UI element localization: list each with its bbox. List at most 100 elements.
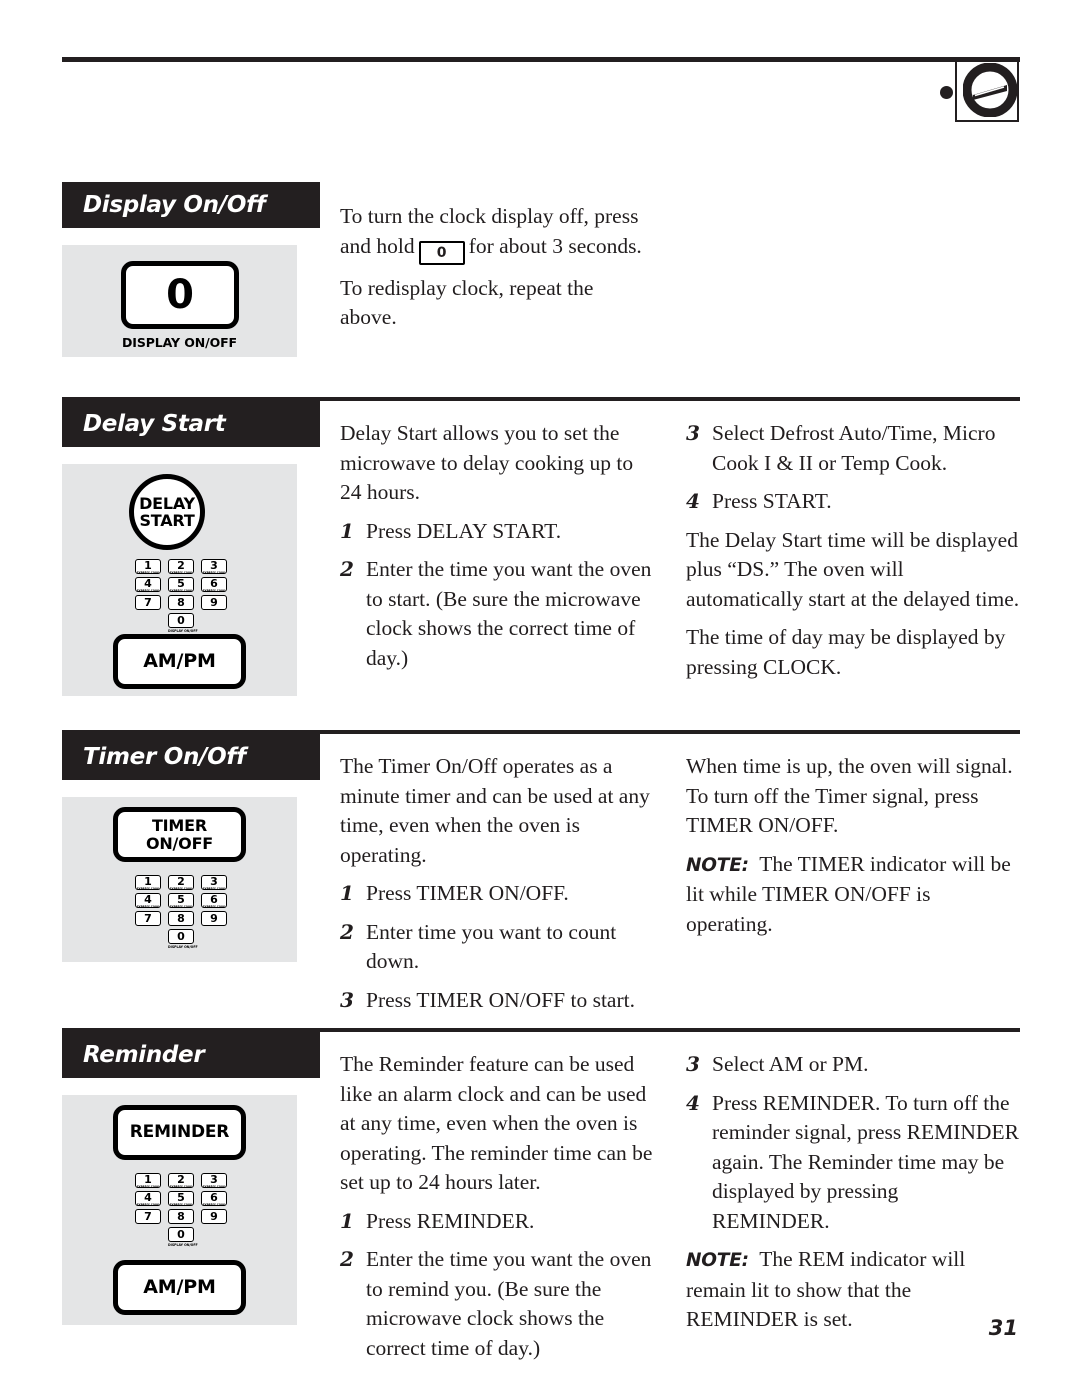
paragraph-text-b: for about 3 seconds. — [468, 233, 642, 258]
keypad-key-6[interactable]: 6 EXPRESS COOK — [201, 1191, 227, 1206]
key-sublabel: EXPRESS COOK — [136, 571, 160, 574]
step-number: 1 — [340, 518, 354, 543]
display-on-off-button-label: 0 — [166, 272, 194, 318]
step-item: 1 Press TIMER ON/OFF. — [340, 879, 660, 909]
keypad-key-4[interactable]: 4 EXPRESS COOK — [135, 577, 161, 592]
timer-on-off-button[interactable]: TIMER ON/OFF — [113, 807, 246, 862]
keypad-key-7[interactable]: 7 — [135, 911, 161, 926]
step-text: Press DELAY START. — [366, 518, 562, 543]
keypad-key-8[interactable]: 8 — [168, 1209, 194, 1224]
key-sublabel: EXPRESS COOK — [136, 1185, 160, 1188]
key-number: 6 — [210, 893, 218, 906]
keypad-key-5[interactable]: 5 EXPRESS COOK — [168, 893, 194, 908]
reminder-button[interactable]: REMINDER — [113, 1105, 246, 1160]
keypad-key-1[interactable]: 1 EXPRESS COOK — [135, 875, 161, 890]
keypad-key-0-sublabel: DISPLAY ON/OFF — [168, 629, 198, 633]
key-number: 4 — [144, 577, 152, 590]
key-number: 1 — [144, 875, 152, 888]
key-sublabel: EXPRESS COOK — [136, 589, 160, 592]
key-number: 5 — [177, 577, 185, 590]
keypad-key-8[interactable]: 8 — [168, 911, 194, 926]
keypad-key-4[interactable]: 4 EXPRESS COOK — [135, 893, 161, 908]
step-text: Press REMINDER. — [366, 1208, 535, 1233]
step-number: 3 — [686, 1052, 700, 1076]
key-sublabel: EXPRESS COOK — [202, 1185, 226, 1188]
section-header-reminder: Reminder — [62, 1032, 320, 1078]
keypad-key-3[interactable]: 3 EXPRESS COOK — [201, 1173, 227, 1188]
display-on-off-button[interactable]: 0 — [121, 261, 239, 329]
key-sublabel: EXPRESS COOK — [202, 905, 226, 908]
key-number: 7 — [144, 595, 152, 609]
ampm-button[interactable]: AM/PM — [113, 1260, 246, 1315]
delay-start-button-line1: DELAY — [139, 493, 195, 513]
key-sublabel: EXPRESS COOK — [169, 1203, 193, 1206]
corner-dot-icon — [940, 86, 953, 99]
control-art-timer-on-off: TIMER ON/OFF 1 EXPRESS COOK 2 EXPRESS COOK… — [62, 797, 297, 962]
keypad-key-0[interactable]: 0 — [168, 1227, 194, 1242]
step-number: 3 — [340, 987, 354, 1012]
section-header-timer-on-off: Timer On/Off — [62, 734, 320, 780]
step-number: 2 — [340, 919, 354, 944]
keypad-key-2[interactable]: 2 EXPRESS COOK — [168, 559, 194, 574]
keypad-key-1[interactable]: 1 EXPRESS COOK — [135, 1173, 161, 1188]
ampm-button-label: AM/PM — [143, 1276, 216, 1299]
text-column-1-delay-start: Delay Start allows you to set the microw… — [340, 419, 660, 682]
step-text: Enter time you want to count down. — [366, 919, 617, 974]
key-number: 3 — [210, 559, 218, 572]
inline-key-zero[interactable]: 0 — [418, 240, 465, 265]
delay-start-button-line2: START — [139, 511, 195, 530]
keypad-key-7[interactable]: 7 — [135, 595, 161, 610]
step-number: 1 — [340, 881, 354, 905]
section-title: Display On/Off — [83, 192, 266, 218]
key-number: 8 — [177, 911, 185, 925]
key-number: 6 — [210, 577, 218, 590]
key-number: 1 — [144, 1173, 152, 1186]
key-sublabel: EXPRESS COOK — [136, 1203, 160, 1206]
delay-start-button[interactable]: DELAY START — [129, 474, 205, 550]
keypad-key-5[interactable]: 5 EXPRESS COOK — [168, 577, 194, 592]
keypad-key-2[interactable]: 2 EXPRESS COOK — [168, 1173, 194, 1188]
keypad-key-0-sublabel: DISPLAY ON/OFF — [168, 1243, 198, 1247]
keypad-key-0[interactable]: 0 — [168, 613, 194, 628]
step-item: 3 Select AM or PM. — [686, 1050, 1020, 1080]
section-header-display-on-off: Display On/Off — [62, 182, 320, 228]
keypad-key-3[interactable]: 3 EXPRESS COOK — [201, 559, 227, 574]
key-number: 4 — [144, 1191, 152, 1204]
keypad-key-5[interactable]: 5 EXPRESS COOK — [168, 1191, 194, 1206]
keypad-key-6[interactable]: 6 EXPRESS COOK — [201, 577, 227, 592]
ampm-button[interactable]: AM/PM — [113, 634, 246, 689]
key-sublabel: EXPRESS COOK — [169, 589, 193, 592]
keypad-key-3[interactable]: 3 EXPRESS COOK — [201, 875, 227, 890]
key-number: 7 — [144, 911, 152, 925]
manual-page: Display On/Off 0 DISPLAY ON/OFF To turn … — [0, 0, 1080, 1397]
key-sublabel: EXPRESS COOK — [202, 571, 226, 574]
step-item: 4 Press REMINDER. To turn off the reminde… — [686, 1089, 1020, 1237]
step-text: Press REMINDER. To turn off the reminder… — [712, 1090, 1019, 1233]
keypad-reminder: 1 EXPRESS COOK 2 EXPRESS COOK 3 EXPRESS COO… — [135, 1173, 230, 1247]
keypad-key-7[interactable]: 7 — [135, 1209, 161, 1224]
key-sublabel: EXPRESS COOK — [136, 905, 160, 908]
key-number: 8 — [177, 595, 185, 609]
keypad-key-0[interactable]: 0 — [168, 929, 194, 944]
keypad-key-6[interactable]: 6 EXPRESS COOK — [201, 893, 227, 908]
step-text: Press START. — [712, 489, 832, 513]
key-number: 0 — [177, 929, 185, 943]
paragraph: The time of day may be displayed by pres… — [686, 625, 1006, 679]
step-item: 2 Enter the time you want the oven to rem… — [340, 1245, 660, 1363]
keypad-key-9[interactable]: 9 — [201, 911, 227, 926]
key-number: 3 — [210, 875, 218, 888]
keypad-key-4[interactable]: 4 EXPRESS COOK — [135, 1191, 161, 1206]
key-number: 9 — [210, 595, 218, 609]
keypad-key-9[interactable]: 9 — [201, 595, 227, 610]
keypad-key-1[interactable]: 1 EXPRESS COOK — [135, 559, 161, 574]
keypad-key-8[interactable]: 8 — [168, 595, 194, 610]
paragraph: To redisplay clock, repeat the above. — [340, 275, 594, 330]
keypad-key-2[interactable]: 2 EXPRESS COOK — [168, 875, 194, 890]
key-number: 0 — [177, 613, 185, 627]
paragraph: The Reminder feature can be used like an… — [340, 1052, 653, 1194]
paragraph: When time is up, the oven will signal. T… — [686, 754, 1013, 837]
control-art-delay-start: DELAY START 1 EXPRESS COOK 2 EXPRESS COOK … — [62, 464, 297, 696]
step-item: 3 Select Defrost Auto/Time, Micro Cook I … — [686, 419, 1020, 478]
text-column-1-display-on-off: To turn the clock display off, press and… — [340, 202, 655, 333]
keypad-key-9[interactable]: 9 — [201, 1209, 227, 1224]
